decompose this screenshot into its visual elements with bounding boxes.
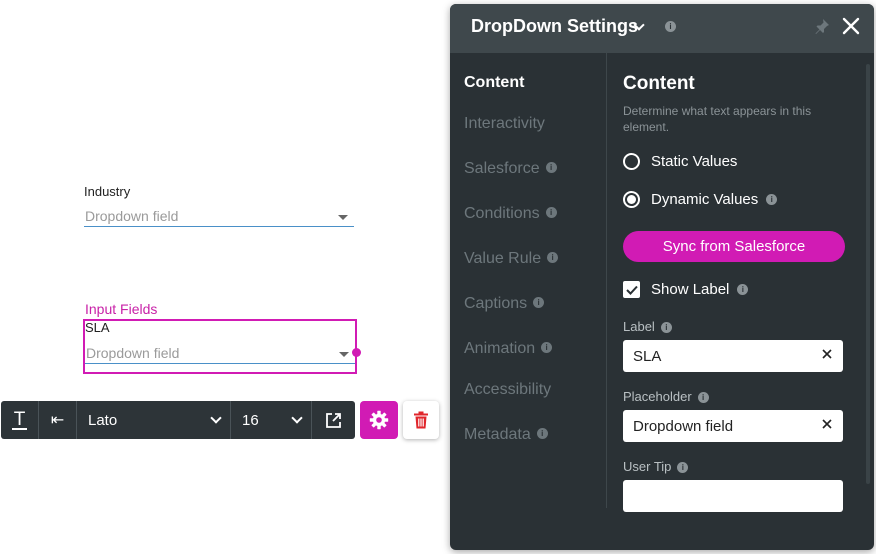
static-values-label: Static Values	[651, 153, 738, 170]
nav-item-salesforce[interactable]: Salesforce i	[464, 160, 557, 178]
nav-item-accessibility[interactable]: Accessibility	[464, 381, 551, 399]
font-size-value: 16	[242, 411, 259, 429]
input-fields-group-label: Input Fields	[85, 301, 158, 317]
show-label-checkbox[interactable]	[623, 281, 640, 298]
show-label-option[interactable]: Show Label i	[623, 281, 749, 298]
chevron-down-icon	[339, 352, 349, 357]
nav-item-metadata[interactable]: Metadata i	[464, 426, 548, 444]
industry-label: Industry	[84, 184, 131, 199]
nav-item-conditions[interactable]: Conditions i	[464, 205, 557, 223]
info-icon[interactable]: i	[766, 194, 778, 205]
info-icon[interactable]: i	[536, 427, 548, 439]
nav-label: Accessibility	[464, 381, 552, 398]
dynamic-values-option[interactable]: Dynamic Values i	[623, 191, 778, 208]
nav-divider	[606, 53, 607, 508]
nav-label: Value Rule	[464, 250, 542, 267]
industry-dropdown[interactable]: Dropdown field	[84, 207, 354, 227]
content-title: Content	[623, 73, 695, 94]
sync-from-salesforce-button[interactable]: Sync from Salesforce	[623, 231, 845, 262]
trash-icon	[414, 411, 428, 429]
clear-icon[interactable]	[820, 347, 834, 361]
info-icon[interactable]: i	[545, 206, 557, 218]
nav-label: Metadata	[464, 426, 531, 443]
chevron-down-icon	[210, 412, 222, 424]
nav-item-interactivity[interactable]: Interactivity	[464, 115, 545, 133]
placeholder-caption-text: Placeholder	[623, 389, 692, 404]
info-icon[interactable]: i	[665, 21, 676, 32]
info-icon[interactable]: i	[545, 161, 557, 173]
panel-header: DropDown Settings i	[450, 4, 874, 53]
content-description: Determine what text appears in this elem…	[623, 104, 812, 134]
sla-placeholder: Dropdown field	[86, 345, 180, 361]
radio-static-values[interactable]	[623, 153, 640, 170]
text-icon: T	[11, 408, 28, 430]
nav-label: Interactivity	[464, 115, 545, 132]
nav-label: Captions	[464, 295, 528, 312]
info-icon[interactable]: i	[541, 341, 553, 353]
sla-label: SLA	[85, 320, 110, 335]
indent-icon: ⇤	[50, 412, 65, 429]
chevron-down-icon	[338, 215, 348, 220]
label-input[interactable]: SLA	[623, 340, 843, 372]
static-values-option[interactable]: Static Values	[623, 153, 737, 170]
show-label-text: Show Label	[651, 281, 730, 298]
info-icon[interactable]: i	[737, 284, 749, 295]
nav-label: Content	[464, 74, 525, 91]
radio-dynamic-values[interactable]	[623, 191, 640, 208]
panel-scrollbar[interactable]	[866, 64, 870, 484]
label-caption-text: Label	[623, 319, 655, 334]
check-icon	[625, 285, 638, 295]
nav-item-animation[interactable]: Animation i	[464, 340, 553, 358]
delete-button[interactable]	[403, 401, 439, 439]
pin-icon[interactable]	[814, 18, 830, 34]
sla-dropdown[interactable]: Dropdown field	[85, 344, 355, 364]
user-tip-caption-text: User Tip	[623, 459, 672, 474]
nav-label: Conditions	[464, 205, 540, 222]
info-icon[interactable]: i	[533, 296, 545, 308]
info-icon[interactable]: i	[547, 251, 559, 263]
placeholder-input[interactable]: Dropdown field	[623, 410, 843, 442]
industry-placeholder: Dropdown field	[85, 208, 179, 224]
chevron-down-icon	[291, 412, 303, 424]
label-input-value: SLA	[633, 348, 662, 365]
align-left-button[interactable]: ⇤	[39, 401, 77, 439]
label-caption: Label i	[623, 319, 672, 334]
format-toolbar: T ⇤ Lato 16	[1, 401, 355, 439]
text-style-button[interactable]: T	[1, 401, 39, 439]
panel-title[interactable]: DropDown Settings	[471, 16, 638, 37]
dropdown-settings-panel: DropDown Settings i Content Interactivit…	[450, 4, 874, 550]
info-icon[interactable]: i	[697, 392, 709, 404]
placeholder-input-value: Dropdown field	[633, 418, 734, 435]
user-tip-caption: User Tip i	[623, 459, 689, 474]
dynamic-values-label: Dynamic Values	[651, 191, 759, 208]
nav-label: Animation	[464, 340, 536, 357]
info-icon[interactable]: i	[660, 322, 672, 334]
gear-icon	[369, 410, 389, 430]
font-value: Lato	[88, 411, 118, 429]
close-icon[interactable]	[842, 17, 860, 35]
nav-item-captions[interactable]: Captions i	[464, 295, 545, 313]
placeholder-caption: Placeholder i	[623, 389, 709, 404]
settings-button[interactable]	[360, 401, 398, 439]
clear-icon[interactable]	[820, 417, 834, 431]
nav-item-value-rule[interactable]: Value Rule i	[464, 250, 559, 268]
info-icon[interactable]: i	[677, 462, 689, 474]
font-select[interactable]: Lato	[77, 401, 231, 439]
nav-item-content[interactable]: Content	[464, 74, 524, 92]
external-link-icon	[326, 412, 341, 428]
nav-label: Salesforce	[464, 160, 540, 177]
user-tip-input[interactable]	[623, 480, 843, 512]
font-size-select[interactable]: 16	[231, 401, 312, 439]
open-external-button[interactable]	[312, 401, 355, 439]
